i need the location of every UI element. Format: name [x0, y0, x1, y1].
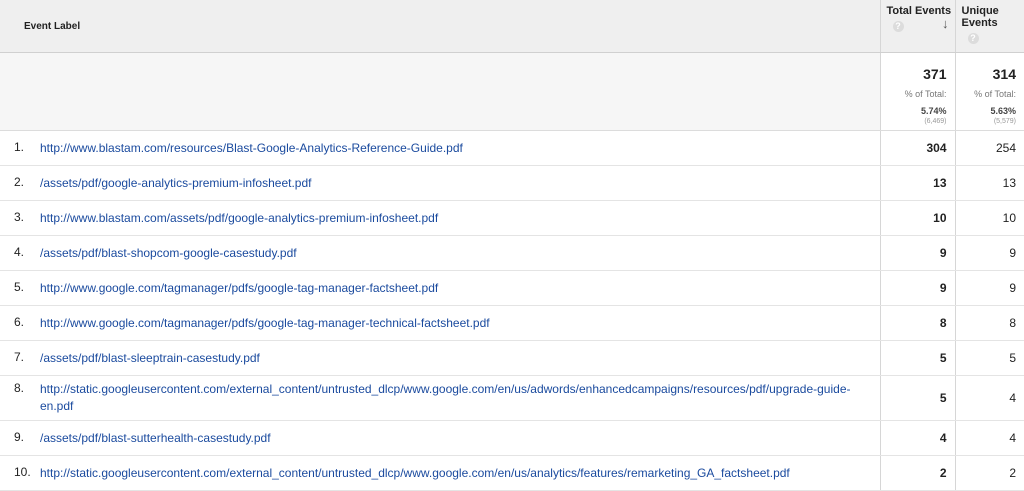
sort-descending-icon: ↓: [942, 16, 949, 31]
table-row: 7./assets/pdf/blast-sleeptrain-casestudy…: [0, 341, 1024, 376]
table-row: 10.http://static.googleusercontent.com/e…: [0, 456, 1024, 491]
event-label-cell: 8.http://static.googleusercontent.com/ex…: [0, 376, 880, 421]
events-table: Event Label Total Events ? ↓ Unique Even…: [0, 0, 1024, 491]
summary-total-pct: 5.74%: [881, 106, 947, 116]
summary-row: 371 % of Total: 5.74% (6,469) 314 % of T…: [0, 53, 1024, 131]
table-header-row: Event Label Total Events ? ↓ Unique Even…: [0, 0, 1024, 53]
row-index: 6.: [14, 315, 40, 329]
row-index: 7.: [14, 350, 40, 364]
event-label-link[interactable]: http://static.googleusercontent.com/exte…: [40, 381, 878, 415]
row-index: 1.: [14, 140, 40, 154]
unique-events-cell: 9: [955, 236, 1024, 271]
event-label-cell: 10.http://static.googleusercontent.com/e…: [0, 456, 880, 491]
summary-unique-events: 314 % of Total: 5.63% (5,579): [955, 53, 1024, 131]
event-label-cell: 3.http://www.blastam.com/assets/pdf/goog…: [0, 201, 880, 236]
event-label-header-text: Event Label: [24, 21, 80, 32]
help-icon[interactable]: ?: [968, 33, 979, 44]
unique-events-cell: 4: [955, 421, 1024, 456]
total-events-cell: 5: [880, 341, 955, 376]
total-events-cell: 13: [880, 166, 955, 201]
unique-events-cell: 10: [955, 201, 1024, 236]
total-events-header-text: Total Events: [881, 0, 955, 17]
event-label-cell: 5.http://www.google.com/tagmanager/pdfs/…: [0, 271, 880, 306]
table-row: 3.http://www.blastam.com/assets/pdf/goog…: [0, 201, 1024, 236]
total-events-cell: 5: [880, 376, 955, 421]
unique-events-cell: 4: [955, 376, 1024, 421]
event-label-cell: 7./assets/pdf/blast-sleeptrain-casestudy…: [0, 341, 880, 376]
unique-events-cell: 9: [955, 271, 1024, 306]
summary-total-events: 371 % of Total: 5.74% (6,469): [880, 53, 955, 131]
unique-events-cell: 8: [955, 306, 1024, 341]
unique-events-cell: 2: [955, 456, 1024, 491]
event-label-cell: 4./assets/pdf/blast-shopcom-google-cases…: [0, 236, 880, 271]
table-row: 5.http://www.google.com/tagmanager/pdfs/…: [0, 271, 1024, 306]
summary-unique-abs: (5,579): [956, 118, 1017, 125]
unique-events-cell: 254: [955, 131, 1024, 166]
summary-unique-pct-label: % of Total:: [956, 89, 1017, 99]
total-events-cell: 8: [880, 306, 955, 341]
event-label-link[interactable]: /assets/pdf/blast-sleeptrain-casestudy.p…: [40, 350, 878, 367]
row-index: 8.: [14, 381, 40, 395]
row-index: 10.: [14, 465, 40, 479]
event-label-cell: 2./assets/pdf/google-analytics-premium-i…: [0, 166, 880, 201]
row-index: 5.: [14, 280, 40, 294]
event-label-link[interactable]: http://www.google.com/tagmanager/pdfs/go…: [40, 280, 878, 297]
event-label-link[interactable]: /assets/pdf/google-analytics-premium-inf…: [40, 175, 878, 192]
total-events-cell: 2: [880, 456, 955, 491]
event-label-link[interactable]: http://www.blastam.com/assets/pdf/google…: [40, 210, 878, 227]
event-label-cell: 9./assets/pdf/blast-sutterhealth-casestu…: [0, 421, 880, 456]
unique-events-cell: 5: [955, 341, 1024, 376]
event-label-link[interactable]: http://www.google.com/tagmanager/pdfs/go…: [40, 315, 878, 332]
event-label-cell: 6.http://www.google.com/tagmanager/pdfs/…: [0, 306, 880, 341]
summary-unique-value: 314: [956, 66, 1017, 82]
summary-label-cell: [0, 53, 880, 131]
summary-total-pct-label: % of Total:: [881, 89, 947, 99]
summary-total-value: 371: [881, 66, 947, 82]
table-row: 9./assets/pdf/blast-sutterhealth-casestu…: [0, 421, 1024, 456]
total-events-cell: 9: [880, 271, 955, 306]
unique-events-header-text: Unique Events: [956, 0, 1024, 29]
column-header-event-label[interactable]: Event Label: [0, 0, 880, 53]
unique-events-cell: 13: [955, 166, 1024, 201]
row-index: 9.: [14, 430, 40, 444]
table-row: 4./assets/pdf/blast-shopcom-google-cases…: [0, 236, 1024, 271]
summary-unique-pct: 5.63%: [956, 106, 1017, 116]
table-row: 6.http://www.google.com/tagmanager/pdfs/…: [0, 306, 1024, 341]
summary-total-abs: (6,469): [881, 118, 947, 125]
row-index: 3.: [14, 210, 40, 224]
total-events-cell: 4: [880, 421, 955, 456]
row-index: 4.: [14, 245, 40, 259]
column-header-unique-events[interactable]: Unique Events ?: [955, 0, 1024, 53]
event-label-cell: 1.http://www.blastam.com/resources/Blast…: [0, 131, 880, 166]
table-row: 1.http://www.blastam.com/resources/Blast…: [0, 131, 1024, 166]
event-label-link[interactable]: /assets/pdf/blast-sutterhealth-casestudy…: [40, 430, 878, 447]
table-row: 8.http://static.googleusercontent.com/ex…: [0, 376, 1024, 421]
total-events-cell: 9: [880, 236, 955, 271]
total-events-cell: 304: [880, 131, 955, 166]
event-label-link[interactable]: http://static.googleusercontent.com/exte…: [40, 465, 878, 482]
total-events-cell: 10: [880, 201, 955, 236]
row-index: 2.: [14, 175, 40, 189]
event-label-link[interactable]: http://www.blastam.com/resources/Blast-G…: [40, 140, 878, 157]
column-header-total-events[interactable]: Total Events ? ↓: [880, 0, 955, 53]
help-icon[interactable]: ?: [893, 21, 904, 32]
table-row: 2./assets/pdf/google-analytics-premium-i…: [0, 166, 1024, 201]
event-label-link[interactable]: /assets/pdf/blast-shopcom-google-casestu…: [40, 245, 878, 262]
